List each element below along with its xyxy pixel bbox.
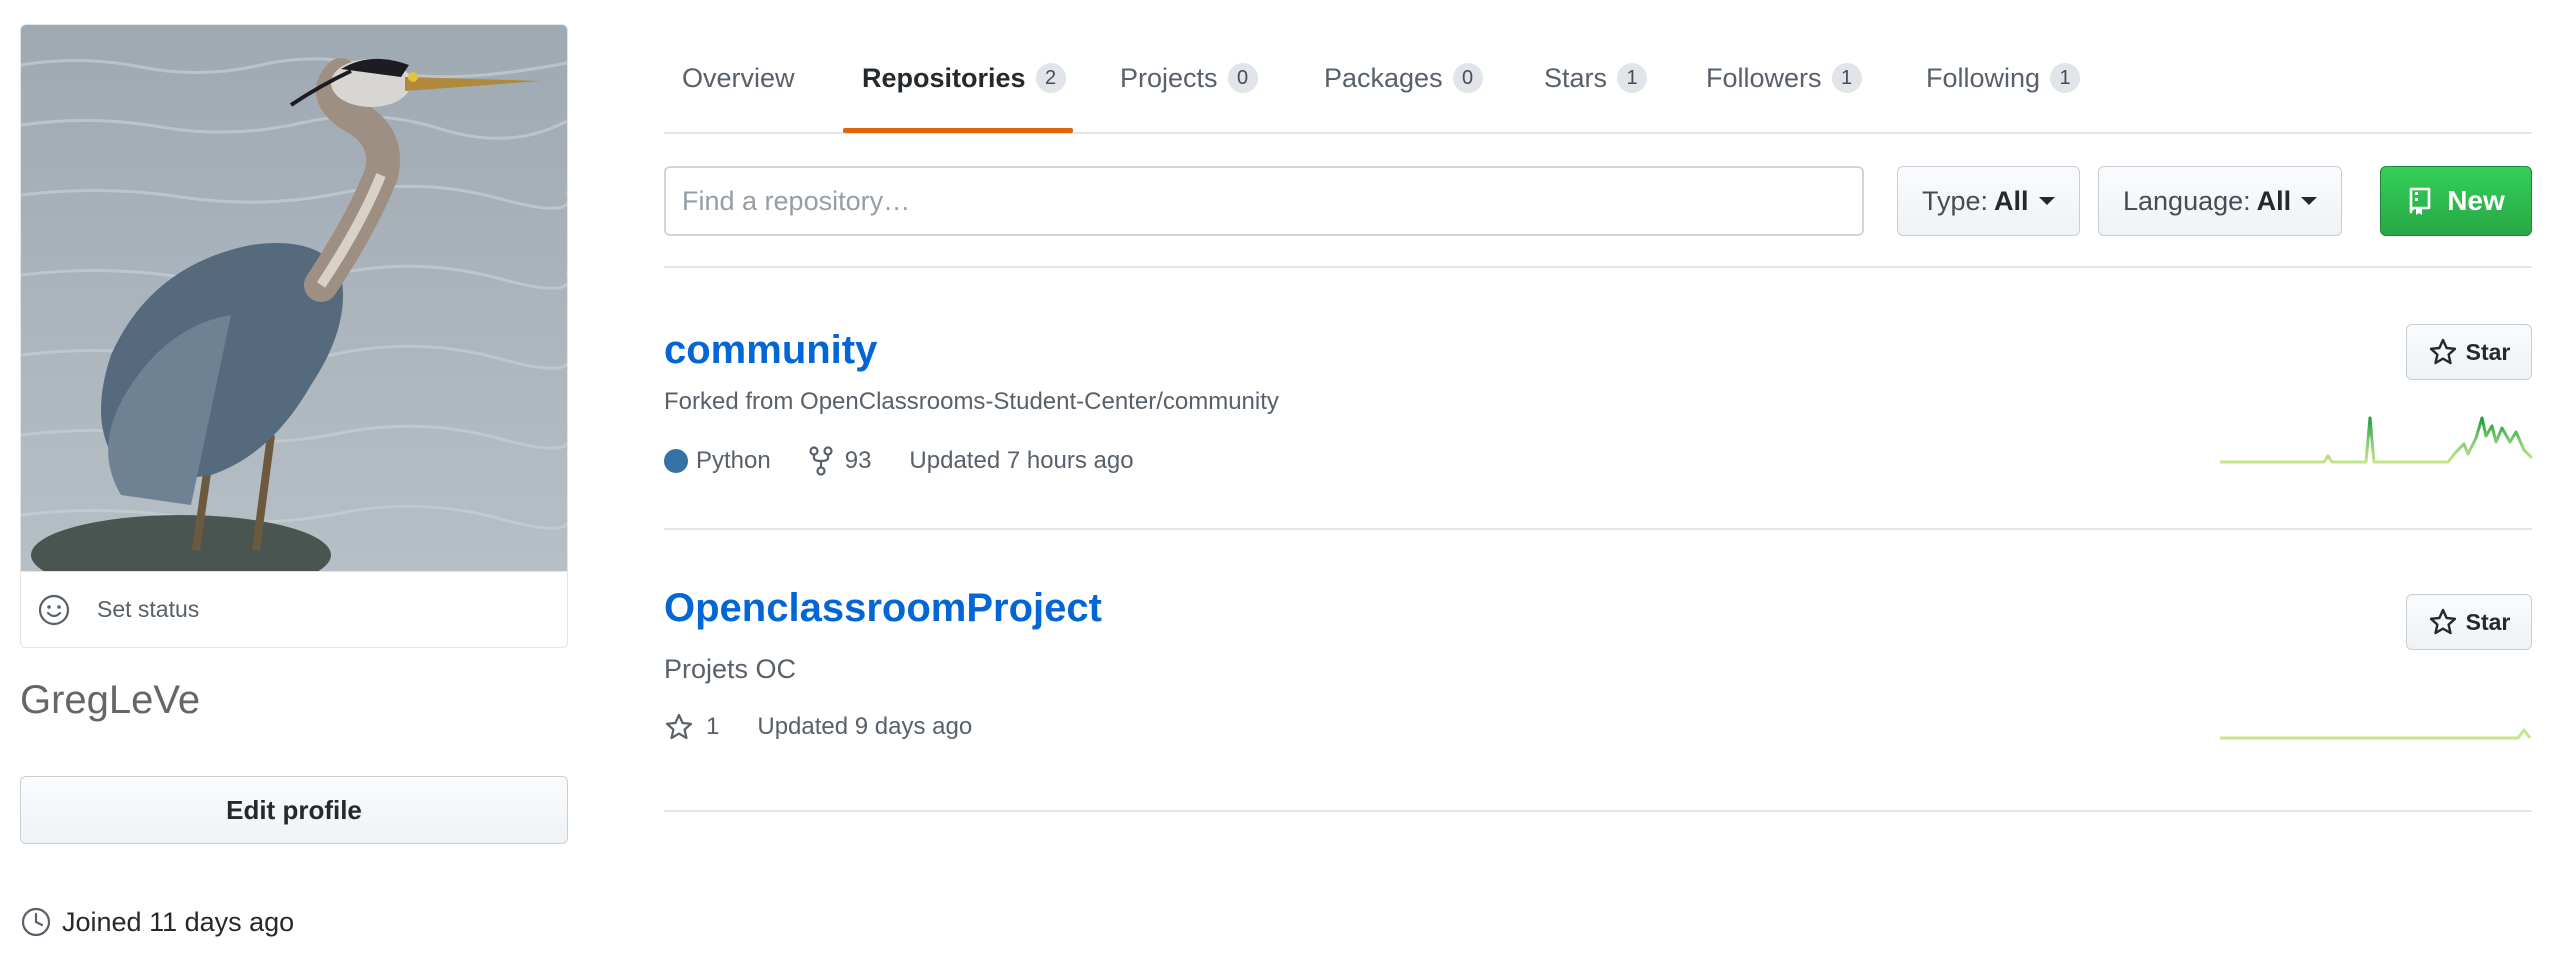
star-button[interactable]: Star (2406, 594, 2532, 650)
set-status-button[interactable]: Set status (21, 571, 567, 647)
tab-label: Packages (1324, 62, 1443, 93)
repo-description: Projets OC (664, 654, 797, 684)
type-filter-dropdown[interactable]: Type: All (1897, 166, 2080, 236)
language-filter-value: All (2256, 185, 2292, 216)
language-color-dot (664, 449, 688, 473)
repository-search-input[interactable] (664, 166, 1864, 236)
tab-stars[interactable]: Stars 1 (1544, 56, 1648, 100)
language-filter-label: Language: (2123, 185, 2251, 216)
type-filter-label: Type: (1922, 185, 1989, 216)
caret-down-icon (2038, 197, 2055, 205)
tab-counter: 1 (2050, 63, 2081, 93)
new-button-label: New (2447, 185, 2505, 216)
language-filter-dropdown[interactable]: Language: All (2098, 166, 2343, 236)
repo-list-item: OpenclassroomProject Projets OC 1 Update… (664, 530, 2532, 812)
tab-counter: 1 (1831, 63, 1862, 93)
star-icon (2429, 608, 2456, 635)
repo-meta: Python 93 Updated 7 hours ago (664, 446, 1172, 476)
repo-stars-link[interactable]: 1 (664, 712, 719, 742)
star-icon (2429, 338, 2456, 365)
tab-packages[interactable]: Packages 0 (1324, 56, 1483, 100)
repo-forks-count: 93 (844, 447, 872, 474)
repo-forks-link[interactable]: 93 (809, 446, 872, 476)
tab-counter: 0 (1227, 63, 1258, 93)
repo-language-label: Python (696, 447, 771, 474)
profile-tabs: Overview Repositories 2 Projects 0 Packa… (664, 0, 2532, 134)
repo-divider (664, 810, 2532, 812)
repo-forked-from[interactable]: Forked from OpenClassrooms-Student-Cente… (664, 388, 1279, 416)
set-status-label: Set status (97, 596, 200, 622)
smiley-icon (38, 594, 70, 625)
active-tab-indicator (843, 128, 1073, 133)
repo-stars-count: 1 (706, 713, 720, 740)
type-filter-value: All (1994, 185, 2029, 216)
new-repository-button[interactable]: New (2380, 166, 2532, 236)
tab-counter: 1 (1617, 63, 1648, 93)
repo-language: Python (664, 447, 771, 475)
repo-name-link[interactable]: OpenclassroomProject (664, 586, 1102, 631)
repo-meta: 1 Updated 9 days ago (664, 712, 1010, 742)
repo-icon (2409, 187, 2431, 215)
tab-label: Following (1926, 62, 2041, 93)
tab-label: Projects (1120, 62, 1218, 93)
tab-followers[interactable]: Followers 1 (1706, 56, 1862, 100)
star-button[interactable]: Star (2406, 324, 2532, 380)
avatar[interactable] (21, 25, 567, 571)
repo-updated: Updated 7 hours ago (909, 447, 1134, 474)
profile-card: Set status (20, 24, 568, 648)
star-button-label: Star (2465, 338, 2511, 365)
joined-label: Joined 11 days ago (62, 906, 295, 937)
tab-overview[interactable]: Overview (682, 56, 795, 100)
repo-list-item: community Forked from OpenClassrooms-Stu… (664, 268, 2532, 530)
caret-down-icon (2301, 197, 2318, 205)
tab-label: Overview (682, 62, 795, 93)
tab-repositories[interactable]: Repositories 2 (862, 56, 1066, 100)
star-icon (665, 713, 693, 740)
edit-profile-button[interactable]: Edit profile (20, 776, 568, 844)
tab-label: Repositories (862, 62, 1026, 93)
profile-username: GregLeVe (20, 678, 201, 722)
joined-date: Joined 11 days ago (20, 906, 294, 938)
clock-icon (21, 907, 51, 937)
repo-updated: Updated 9 days ago (757, 713, 973, 740)
repo-name-link[interactable]: community (664, 328, 877, 373)
fork-icon (809, 446, 833, 476)
contribution-sparkline (2220, 728, 2532, 740)
tab-counter: 0 (1452, 63, 1483, 93)
tab-projects[interactable]: Projects 0 (1120, 56, 1258, 100)
tab-following[interactable]: Following 1 (1926, 56, 2081, 100)
tab-label: Followers (1706, 62, 1822, 93)
tab-counter: 2 (1035, 63, 1066, 93)
star-button-label: Star (2465, 608, 2511, 635)
contribution-sparkline (2220, 416, 2532, 464)
tab-label: Stars (1544, 62, 1608, 93)
